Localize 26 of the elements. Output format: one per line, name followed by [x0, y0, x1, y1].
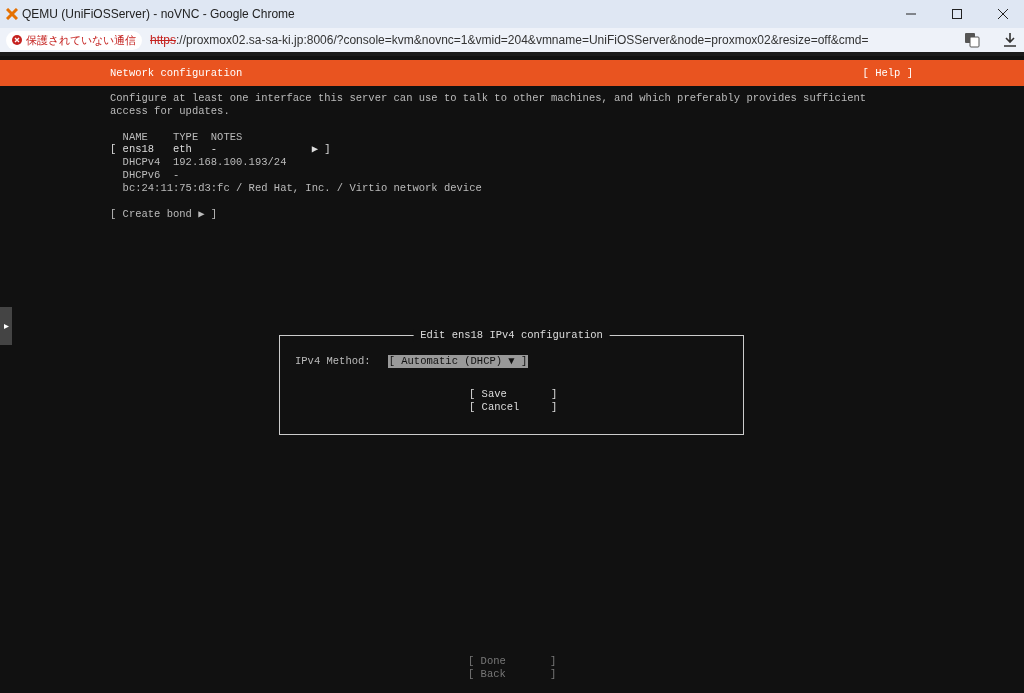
security-label: 保護されていない通信	[26, 32, 136, 48]
control-bar-handle[interactable]	[0, 307, 12, 345]
create-bond-button[interactable]: [ Create bond ▶ ]	[110, 207, 218, 220]
download-icon[interactable]	[1002, 32, 1018, 48]
method-dropdown[interactable]: [ Automatic (DHCP) ▼ ]	[387, 355, 529, 369]
help-button[interactable]: [ Help ]	[862, 66, 913, 80]
url-field[interactable]: https://proxmox02.sa-sa-ki.jp:8006/?console=kvm&novnc=1&vmid=204&vmname=UniFiOSServer&node=proxmox02&resize=off&cmd=	[150, 33, 942, 47]
close-icon[interactable]	[998, 9, 1008, 19]
table-header: NAME TYPE NOTES	[121, 130, 244, 144]
dialog-button[interactable]: [ Cancel ]	[469, 400, 558, 414]
description-text: access for updates.	[110, 104, 231, 118]
maximize-icon[interactable]	[952, 9, 962, 19]
screen-title: Network configuration	[110, 66, 243, 80]
app-icon	[6, 8, 18, 20]
field-label: IPv4 Method:	[295, 355, 371, 369]
translate-icon[interactable]	[964, 32, 980, 48]
description-text: Configure at least one interface this server can use to talk to other machines, and which preferably provides sufficient	[110, 92, 868, 105]
interface-row[interactable]: [ ens18 eth - ▶ ]	[110, 143, 1024, 157]
interface-detail: bc:24:11:75:d3:fc / Red Hat, Inc. / Virtio network device	[121, 181, 483, 195]
dialog-button[interactable]: [ Save ]	[469, 388, 558, 401]
window-title: QEMU (UniFiOSServer) - noVNC - Google Chrome	[22, 7, 295, 21]
warning-icon	[12, 35, 22, 45]
interface-detail: DHCPv4 192.168.100.193/24	[121, 156, 288, 169]
security-chip[interactable]: 保護されていない通信	[6, 30, 142, 50]
dialog-title: Edit ens18 IPv4 configuration	[413, 329, 610, 343]
interface-detail: DHCPv6 -	[121, 169, 181, 182]
